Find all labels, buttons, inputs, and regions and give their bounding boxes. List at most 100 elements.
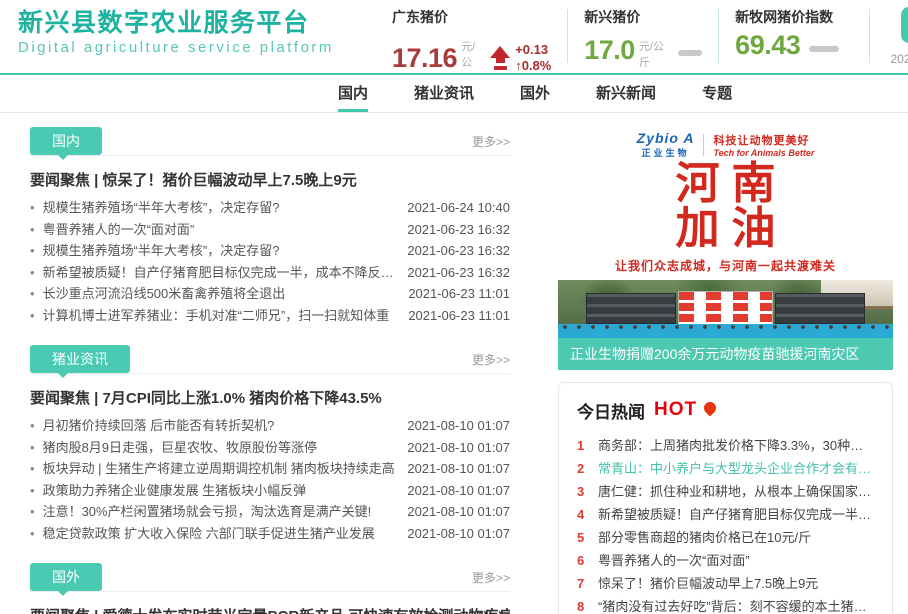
hot-news-title: 今日热闻 [577, 398, 645, 423]
change-amount: +0.13 [515, 42, 551, 58]
bullet-icon: • [30, 458, 35, 480]
ad-banner[interactable]: Zybio A 正业生物 科技让动物更美好 Tech for Animals B… [558, 126, 893, 370]
news-item[interactable]: • 规模生猪养殖场“半年大考核”，决定存留? 2021-06-24 10:40 [30, 197, 510, 219]
calendar-date: 10 2021年8月 [890, 7, 908, 67]
section-headline[interactable]: 要闻聚焦 | 惊呆了！猪价巨幅波动早上7.5晚上9元 [30, 169, 510, 190]
ticker-value: 69.43 [735, 30, 800, 61]
hot-news-panel: 今日热闻 HOT 1 商务部：上周猪肉批发价格下降3.3%，30种蔬菜也降价 2… [558, 382, 893, 614]
news-list: • 月初猪价持续回落 后市能否有转折契机? 2021-08-10 01:07 •… [30, 415, 510, 544]
rank-number: 1 [577, 434, 598, 457]
nav-tab-topics[interactable]: 专题 [702, 75, 732, 112]
section-header: 国内 更多>> [30, 128, 510, 156]
news-item-title: 规模生猪养殖场“半年大考核”，决定存留? [43, 197, 408, 219]
banner-logo-row: Zybio A 正业生物 科技让动物更美好 Tech for Animals B… [558, 126, 893, 162]
hot-news-item[interactable]: 8 “猪肉没有过去好吃”背后：刻不容缓的本土猪种保卫战 [577, 595, 874, 614]
bullet-icon: • [30, 240, 35, 262]
news-item-title: 计算机博士进军养猪业：手机对准“二师兄”，扫一扫就知体重 [43, 305, 409, 327]
hot-news-list: 1 商务部：上周猪肉批发价格下降3.3%，30种蔬菜也降价 2 常青山：中小养户… [577, 434, 874, 614]
hot-news-item[interactable]: 7 惊呆了！猪价巨幅波动早上7.5晚上9元 [577, 572, 874, 595]
news-item[interactable]: • 新希望被质疑！自产仔猪育肥目标仅完成一半，成本不降反升...... 2021… [30, 262, 510, 284]
nav-tab-domestic[interactable]: 国内 [338, 75, 368, 112]
zybio-logo-name: Zybio A [637, 130, 695, 146]
ticker-label: 新牧网猪价指数 [735, 7, 853, 27]
bullet-icon: • [30, 437, 35, 459]
site-title: 新兴县数字农业服务平台 [18, 9, 334, 38]
news-item-title: 粤晋养猪人的一次“面对面” [43, 219, 408, 241]
news-item[interactable]: • 计算机博士进军养猪业：手机对准“二师兄”，扫一扫就知体重 2021-06-2… [30, 305, 510, 327]
rank-number: 5 [577, 526, 598, 549]
hot-news-item[interactable]: 6 粤晋养猪人的一次“面对面” [577, 549, 874, 572]
hot-item-title: 唐仁健：抓住种业和耕地，从根本上确保国家粮食安全 [598, 480, 874, 503]
more-link[interactable]: 更多>> [472, 133, 510, 155]
rank-number: 2 [577, 457, 598, 480]
hot-item-title: 常青山：中小养户与大型龙头企业合作才会有更大的发展空间 [598, 457, 874, 480]
main-nav: 国内 猪业资讯 国外 新兴新闻 专题 [0, 73, 908, 113]
flat-trend-dash [809, 46, 839, 52]
news-item-date: 2021-08-10 01:07 [407, 501, 510, 523]
more-link[interactable]: 更多>> [472, 351, 510, 373]
more-link[interactable]: 更多>> [472, 569, 510, 591]
section-badge[interactable]: 国内 [30, 127, 102, 155]
nav-tab-pig-news[interactable]: 猪业资讯 [414, 75, 474, 112]
right-sidebar: Zybio A 正业生物 科技让动物更美好 Tech for Animals B… [558, 126, 893, 614]
news-sections: 国内 更多>> 要闻聚焦 | 惊呆了！猪价巨幅波动早上7.5晚上9元 • 规模生… [30, 128, 510, 614]
banner-caption[interactable]: 正业生物捐赠200余万元动物疫苗驰援河南灾区 [558, 338, 893, 370]
hot-news-item[interactable]: 5 部分零售商超的猪肉价格已在10元/斤 [577, 526, 874, 549]
news-item[interactable]: • 月初猪价持续回落 后市能否有转折契机? 2021-08-10 01:07 [30, 415, 510, 437]
news-item-title: 月初猪价持续回落 后市能否有转折契机? [43, 415, 408, 437]
news-item-date: 2021-08-10 01:07 [407, 437, 510, 459]
hot-news-item[interactable]: 1 商务部：上周猪肉批发价格下降3.3%，30种蔬菜也降价 [577, 434, 874, 457]
photo-vaccine-boxes [678, 291, 773, 325]
news-item[interactable]: • 板块异动 | 生猪生产将建立逆周期调控机制 猪肉板块持续走高 2021-08… [30, 458, 510, 480]
news-item[interactable]: • 政策助力养猪企业健康发展 生猪板块小幅反弹 2021-08-10 01:07 [30, 480, 510, 502]
main-content: 国内 更多>> 要闻聚焦 | 惊呆了！猪价巨幅波动早上7.5晚上9元 • 规模生… [0, 116, 908, 614]
news-item-date: 2021-06-23 11:01 [408, 305, 510, 327]
calendar-month: 2021年8月 [890, 50, 908, 67]
slogan-cn: 科技让动物更美好 [713, 132, 814, 148]
bullet-icon: • [30, 501, 35, 523]
ticker-label: 新兴猪价 [584, 7, 702, 27]
section-badge[interactable]: 猪业资讯 [30, 345, 130, 373]
nav-tab-overseas[interactable]: 国外 [520, 75, 550, 112]
section-headline[interactable]: 要闻聚焦 | 爱德士发布实时荧光定量PCR新产品 可快速有效检测动物疾病 [30, 605, 510, 614]
ticker-unit: 元/公斤 [639, 38, 669, 70]
page: 新兴县数字农业服务平台 Digital agriculture service … [0, 0, 908, 614]
news-list: • 规模生猪养殖场“半年大考核”，决定存留? 2021-06-24 10:40 … [30, 197, 510, 326]
ticker-value-row: 69.43 [735, 30, 853, 61]
banner-photo [558, 280, 893, 338]
banner-subtext: 让我们众志成城，与河南一起共渡难关 [558, 257, 893, 274]
nav-tab-xinxing-news[interactable]: 新兴新闻 [596, 75, 656, 112]
news-item-date: 2021-06-23 16:32 [407, 262, 510, 284]
ticker-label: 广东猪价 [392, 7, 551, 27]
badge-pointer [58, 155, 68, 160]
news-item-date: 2021-06-23 16:32 [407, 219, 510, 241]
news-item-date: 2021-08-10 01:07 [407, 458, 510, 480]
site-logo[interactable]: 新兴县数字农业服务平台 Digital agriculture service … [18, 9, 334, 56]
banner-headline-line1: 河南 [558, 162, 893, 207]
section-header: 猪业资讯 更多>> [30, 346, 510, 374]
hot-item-title: 部分零售商超的猪肉价格已在10元/斤 [598, 526, 874, 549]
news-item[interactable]: • 稳定贷款政策 扩大收入保险 六部门联手促进生猪产业发展 2021-08-10… [30, 523, 510, 545]
section-badge[interactable]: 国外 [30, 563, 102, 591]
banner-artwork: Zybio A 正业生物 科技让动物更美好 Tech for Animals B… [558, 126, 893, 338]
ticker-divider [567, 9, 568, 63]
news-item[interactable]: • 规模生猪养殖场“半年大考核”，决定存留? 2021-06-23 16:32 [30, 240, 510, 262]
hot-news-item[interactable]: 4 新希望被质疑！自产仔猪育肥目标仅完成一半，成本不降反升...... [577, 503, 874, 526]
bullet-icon: • [30, 480, 35, 502]
news-item[interactable]: • 长沙重点河流沿线500米畜禽养殖将全退出 2021-06-23 11:01 [30, 283, 510, 305]
news-item-title: 猪肉股8月9日走强，巨星农牧、牧原股份等涨停 [43, 437, 408, 459]
news-item[interactable]: • 注意！30%产栏闲置猪场就会亏损，淘汰选育是满产关键! 2021-08-10… [30, 501, 510, 523]
news-item[interactable]: • 猪肉股8月9日走强，巨星农牧、牧原股份等涨停 2021-08-10 01:0… [30, 437, 510, 459]
rank-number: 8 [577, 595, 598, 614]
rank-number: 4 [577, 503, 598, 526]
news-section: 猪业资讯 更多>> 要闻聚焦 | 7月CPI同比上涨1.0% 猪肉价格下降43.… [30, 346, 510, 544]
hot-news-item[interactable]: 2 常青山：中小养户与大型龙头企业合作才会有更大的发展空间 [577, 457, 874, 480]
rank-number: 6 [577, 549, 598, 572]
hot-news-item[interactable]: 3 唐仁健：抓住种业和耕地，从根本上确保国家粮食安全 [577, 480, 874, 503]
hot-item-title: 惊呆了！猪价巨幅波动早上7.5晚上9元 [598, 572, 874, 595]
section-headline[interactable]: 要闻聚焦 | 7月CPI同比上涨1.0% 猪肉价格下降43.5% [30, 387, 510, 408]
news-item-date: 2021-08-10 01:07 [407, 523, 510, 545]
news-item[interactable]: • 粤晋养猪人的一次“面对面” 2021-06-23 16:32 [30, 219, 510, 241]
news-item-title: 新希望被质疑！自产仔猪育肥目标仅完成一半，成本不降反升...... [43, 262, 408, 284]
hot-label: HOT [654, 399, 697, 421]
